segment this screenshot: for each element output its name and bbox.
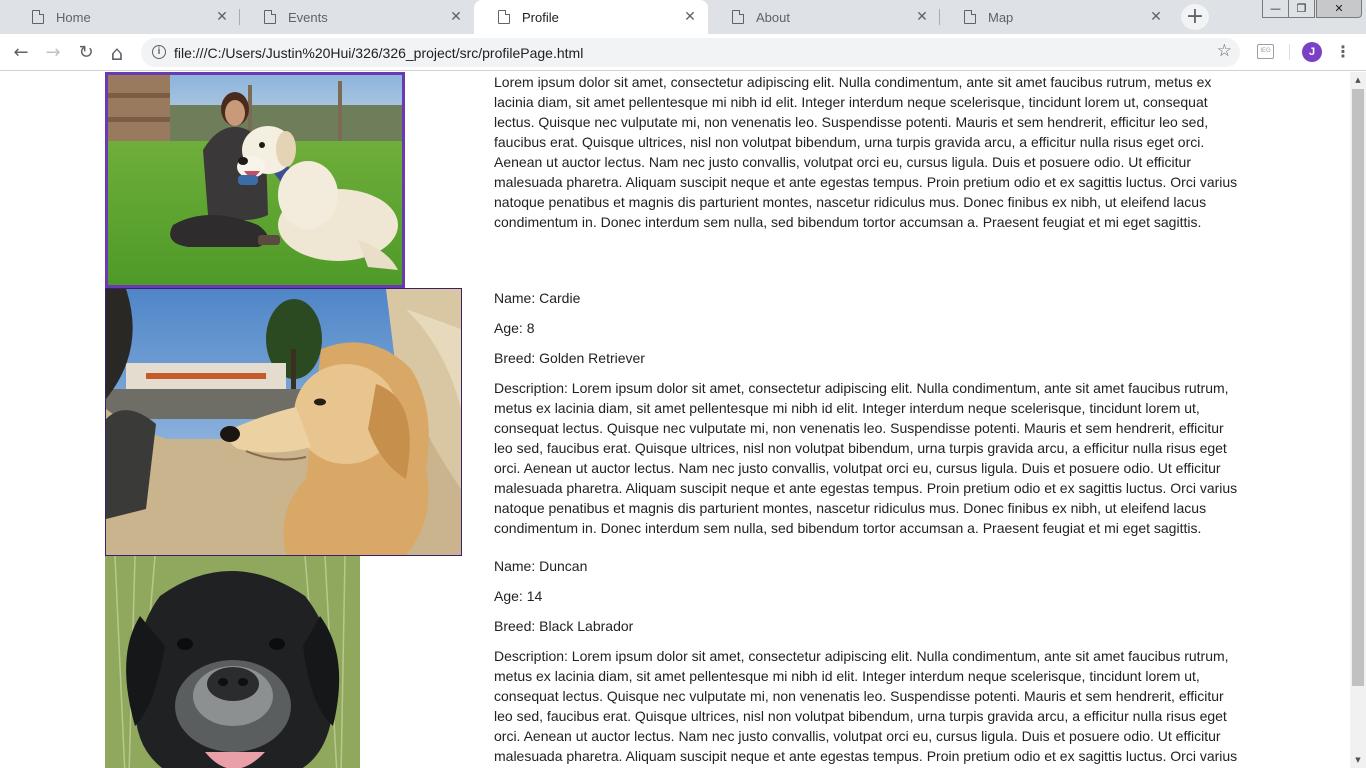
dog-age: Age: 14 [494, 588, 543, 604]
tab-title: Map [988, 9, 1014, 25]
tab-title: Home [56, 9, 91, 25]
page-viewport: Lorem ipsum dolor sit amet, consectetur … [0, 72, 1350, 768]
close-icon[interactable]: ✕ [682, 9, 698, 25]
address-bar[interactable]: i file:///C:/Users/Justin%20Hui/326/326_… [141, 38, 1240, 67]
tab-strip: Home ✕ Events ✕ Profile ✕ About ✕ Map ✕ … [0, 0, 1366, 34]
dog-description: Description: Lorem ipsum dolor sit amet,… [494, 648, 1238, 764]
document-icon [264, 9, 277, 24]
dog-photo-duncan [105, 556, 360, 768]
dog-age: Age: 8 [494, 320, 535, 336]
maximize-button[interactable]: ❐ [1288, 0, 1315, 18]
close-icon[interactable]: ✕ [914, 9, 930, 25]
menu-icon[interactable]: ⋮ [1335, 42, 1351, 62]
dog-name: Name: Cardie [494, 290, 581, 306]
close-icon[interactable]: ✕ [448, 9, 464, 25]
url-text[interactable]: file:///C:/Users/Justin%20Hui/326/326_pr… [174, 45, 583, 61]
owner-photo [105, 72, 405, 288]
close-icon[interactable]: ✕ [1148, 9, 1164, 25]
new-tab-button[interactable]: + [1181, 4, 1209, 30]
tab-title: About [756, 9, 790, 25]
dog-breed: Breed: Black Labrador [494, 618, 634, 634]
dog-photo-cardie [105, 288, 462, 556]
info-icon[interactable]: i [152, 45, 166, 59]
tab-about[interactable]: About ✕ [708, 0, 940, 34]
owner-bio: Lorem ipsum dolor sit amet, consectetur … [494, 74, 1238, 230]
home-button[interactable]: ⌂ [104, 40, 130, 66]
document-icon [498, 9, 511, 24]
dog-name: Name: Duncan [494, 558, 588, 574]
toolbar-divider [1289, 44, 1290, 60]
browser-toolbar: ← → ↻ ⌂ i file:///C:/Users/Justin%20Hui/… [0, 34, 1366, 71]
extension-icon[interactable]: IEG [1257, 44, 1274, 59]
window-close-button[interactable]: ✕ [1316, 0, 1362, 18]
scroll-down-arrow-icon[interactable]: ▼ [1350, 752, 1366, 768]
tab-map[interactable]: Map ✕ [940, 0, 1174, 34]
document-icon [32, 9, 45, 24]
forward-button[interactable]: → [40, 40, 66, 66]
profile-avatar[interactable]: J [1302, 42, 1322, 62]
black-labrador-image [105, 556, 360, 768]
scroll-up-arrow-icon[interactable]: ▲ [1350, 72, 1366, 88]
owner-with-dog-image [108, 75, 402, 285]
tab-home[interactable]: Home ✕ [8, 0, 240, 34]
tab-title: Events [288, 9, 328, 25]
document-icon [964, 9, 977, 24]
vertical-scrollbar[interactable]: ▲ ▼ [1350, 72, 1366, 768]
golden-retriever-image [106, 289, 461, 555]
reload-button[interactable]: ↻ [73, 40, 99, 66]
tab-events[interactable]: Events ✕ [240, 0, 474, 34]
scrollbar-thumb[interactable] [1352, 89, 1364, 686]
tab-title: Profile [522, 9, 559, 25]
dog-breed: Breed: Golden Retriever [494, 350, 645, 366]
back-button[interactable]: ← [8, 40, 34, 66]
bookmark-star-icon[interactable]: ☆ [1217, 41, 1232, 61]
minimize-button[interactable]: — [1262, 0, 1289, 18]
dog-description: Description: Lorem ipsum dolor sit amet,… [494, 380, 1238, 536]
tab-profile[interactable]: Profile ✕ [474, 0, 708, 34]
close-icon[interactable]: ✕ [214, 9, 230, 25]
document-icon [732, 9, 745, 24]
